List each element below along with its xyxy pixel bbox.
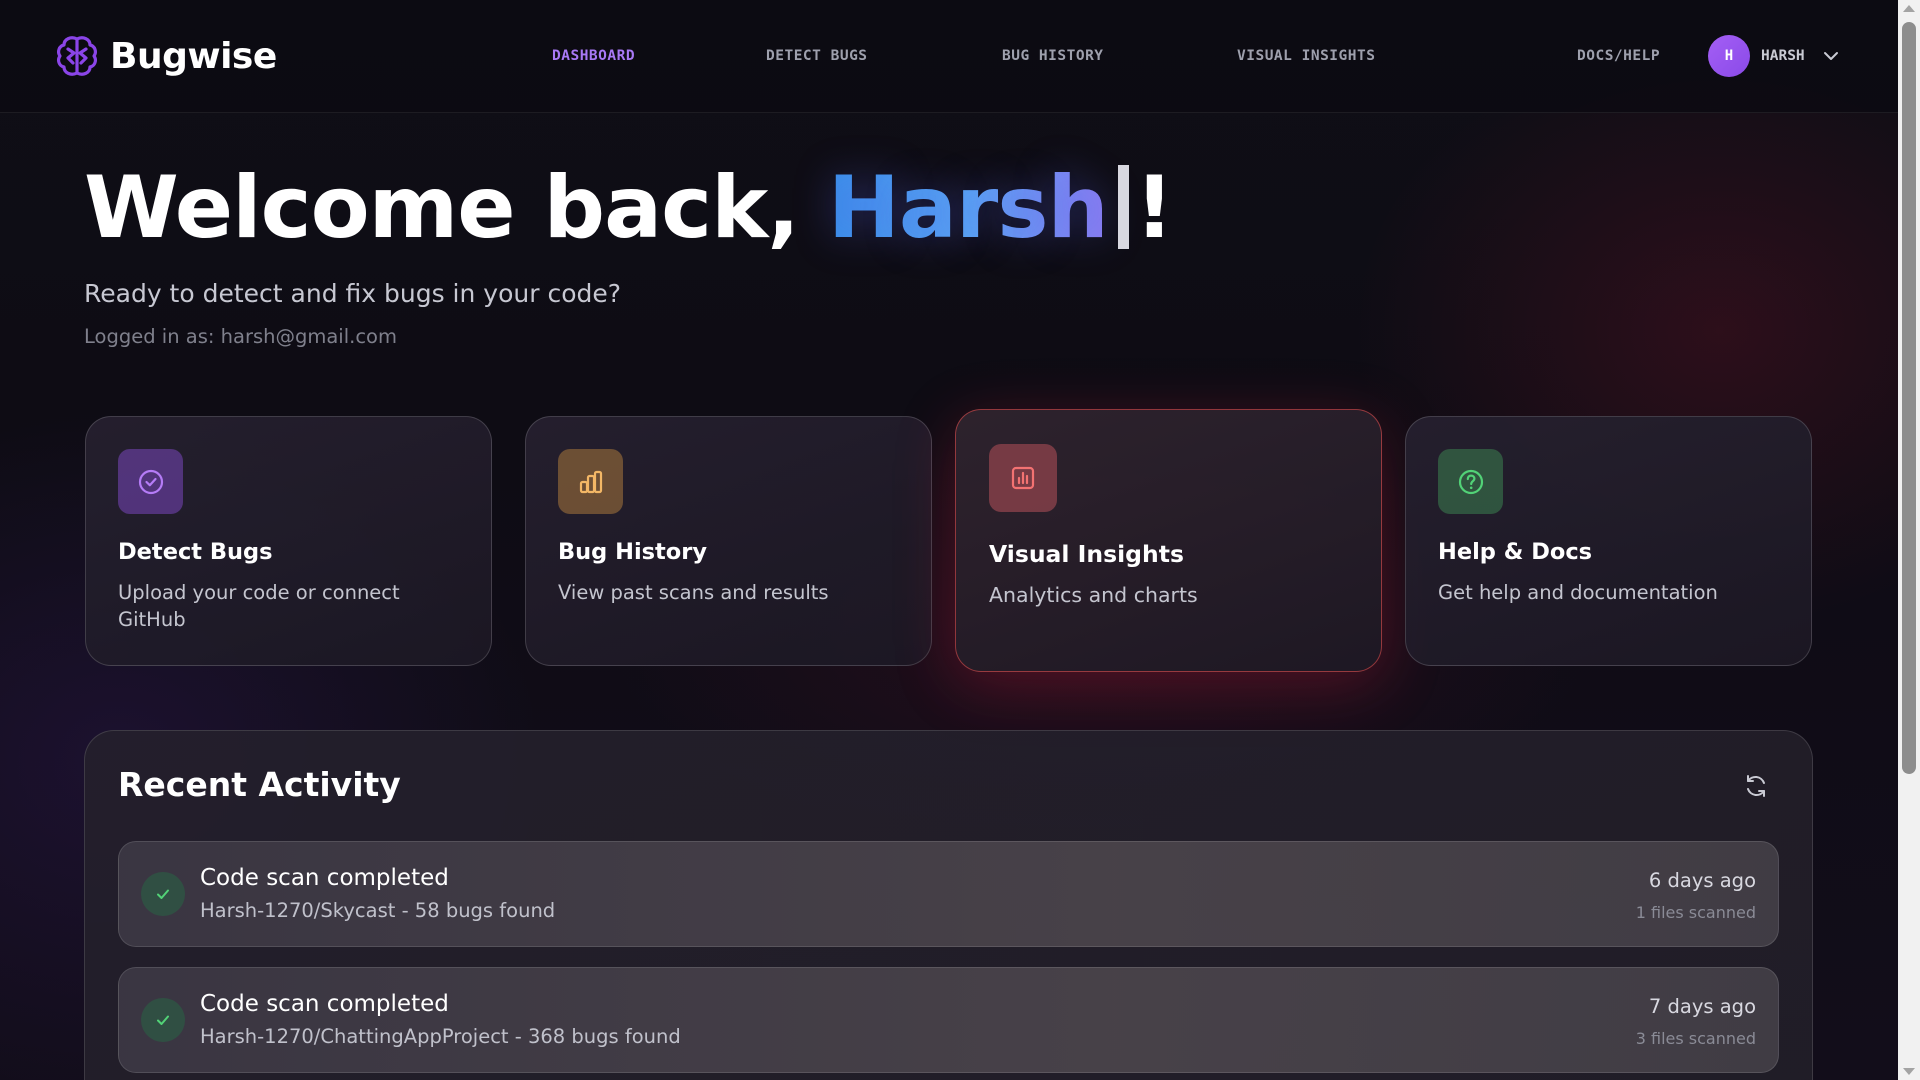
card-description: View past scans and results: [558, 581, 829, 604]
activity-files: 3 files scanned: [1635, 1029, 1756, 1048]
logged-in-text: Logged in as: harsh@gmail.com: [84, 325, 397, 348]
activity-time: 6 days ago: [1648, 869, 1756, 892]
refresh-icon[interactable]: [1742, 772, 1770, 800]
chart-square-icon: [1011, 466, 1035, 490]
card-icon-box: [558, 449, 623, 514]
user-menu[interactable]: H HARSH: [1708, 35, 1840, 77]
status-badge: [141, 998, 185, 1042]
help-circle-icon: [1458, 469, 1483, 494]
page-title: Welcome back, Harsh!: [84, 158, 1174, 258]
recent-activity-panel: Recent Activity Code scan completed Hars…: [84, 730, 1813, 1080]
section-title: Recent Activity: [118, 765, 401, 804]
brand-name: Bugwise: [110, 35, 277, 77]
card-title: Bug History: [558, 539, 708, 565]
card-description: Upload your code or connect GitHub: [118, 581, 400, 631]
card-visual-insights[interactable]: Visual Insights Analytics and charts: [955, 409, 1382, 672]
activity-time: 7 days ago: [1648, 995, 1756, 1018]
greeting-text: Welcome back,: [84, 158, 828, 258]
activity-item[interactable]: Code scan completed Harsh-1270/Skycast -…: [118, 841, 1779, 947]
card-icon-box: [118, 449, 183, 514]
check-icon: [157, 1015, 169, 1025]
page-scrollbar[interactable]: [1898, 0, 1920, 1080]
activity-title: Code scan completed: [200, 991, 449, 1017]
scroll-thumb[interactable]: [1902, 22, 1916, 774]
chevron-down-icon: [1823, 52, 1838, 60]
activity-subtitle: Harsh-1270/ChattingAppProject - 368 bugs…: [200, 1025, 681, 1048]
dashboard-page: Bugwise DASHBOARD DETECT BUGS BUG HISTOR…: [0, 0, 1920, 1080]
card-title: Help & Docs: [1438, 539, 1593, 565]
check-icon: [157, 889, 169, 899]
greeting-exclaim: !: [1134, 158, 1174, 258]
card-description: Get help and documentation: [1438, 581, 1718, 604]
nav-visual-insights[interactable]: VISUAL INSIGHTS: [1237, 48, 1375, 64]
card-icon-box: [1438, 449, 1503, 514]
brain-icon: [57, 36, 97, 76]
typing-cursor: [1117, 165, 1129, 249]
card-icon-box: [989, 444, 1057, 512]
activity-title: Code scan completed: [200, 865, 449, 891]
user-name: HARSH: [1761, 48, 1805, 64]
avatar: H: [1708, 35, 1750, 77]
card-title: Detect Bugs: [118, 539, 273, 565]
card-detect-bugs[interactable]: Detect Bugs Upload your code or connect …: [85, 416, 492, 666]
nav-docs-help[interactable]: DOCS/HELP: [1577, 48, 1660, 64]
activity-subtitle: Harsh-1270/Skycast - 58 bugs found: [200, 899, 556, 922]
nav-dashboard[interactable]: DASHBOARD: [552, 48, 635, 64]
card-help-docs[interactable]: Help & Docs Get help and documentation: [1405, 416, 1812, 666]
user-name-highlight: Harsh: [827, 158, 1109, 258]
hero-subtitle: Ready to detect and fix bugs in your cod…: [84, 279, 622, 308]
bar-chart-icon: [579, 470, 602, 493]
card-bug-history[interactable]: Bug History View past scans and results: [525, 416, 932, 666]
nav-bug-history[interactable]: BUG HISTORY: [1002, 48, 1104, 64]
card-description: Analytics and charts: [989, 583, 1198, 607]
check-circle-icon: [138, 469, 163, 494]
top-navbar: Bugwise DASHBOARD DETECT BUGS BUG HISTOR…: [0, 0, 1898, 113]
scroll-down-arrow[interactable]: [1903, 1068, 1915, 1075]
scroll-up-arrow[interactable]: [1903, 5, 1915, 12]
status-badge: [141, 872, 185, 916]
nav-detect-bugs[interactable]: DETECT BUGS: [766, 48, 868, 64]
brand-logo-link[interactable]: Bugwise: [54, 33, 277, 79]
activity-item[interactable]: Code scan completed Harsh-1270/ChattingA…: [118, 967, 1779, 1073]
card-title: Visual Insights: [989, 540, 1184, 568]
activity-files: 1 files scanned: [1635, 903, 1756, 922]
